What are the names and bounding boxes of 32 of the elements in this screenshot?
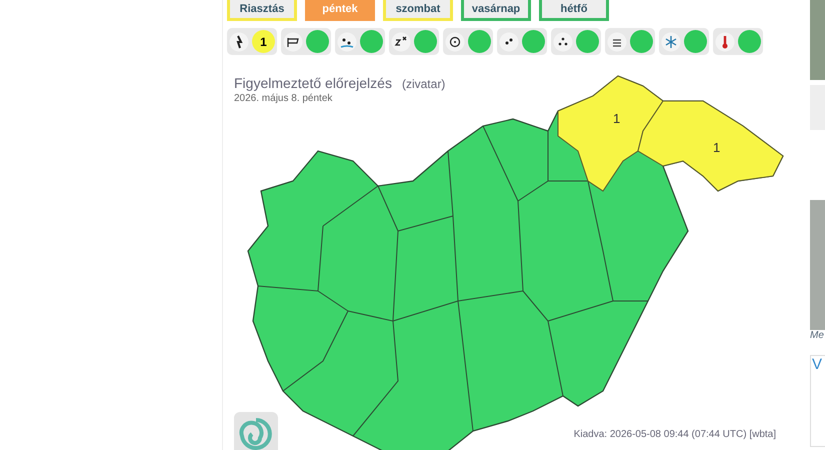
hazard-toggle[interactable] (605, 28, 655, 55)
photo-caption: Me (810, 330, 825, 341)
hazard-toggle[interactable] (497, 28, 547, 55)
hazard-toggle[interactable] (389, 28, 439, 55)
day-tab[interactable]: Riasztás (227, 0, 297, 21)
drops-icon (499, 32, 519, 52)
day-tab[interactable]: hétfő (539, 0, 609, 21)
hazard-toggle[interactable] (713, 28, 763, 55)
card-heading: V (811, 356, 822, 373)
hazard-toggle[interactable] (551, 28, 601, 55)
lightning-icon (229, 32, 249, 52)
hazard-toggle[interactable]: 1 (227, 28, 277, 55)
forecast-date: 2026. május 8. péntek (234, 93, 334, 104)
hazard-type-label: (zivatar) (402, 77, 446, 91)
hazard-toggle[interactable] (281, 28, 331, 55)
swirl-logo-icon (234, 412, 278, 450)
hazard-toggle[interactable] (443, 28, 493, 55)
issued-timestamp: Kiadva: 2026-05-08 09:44 (07:44 UTC) [wbta] (574, 428, 776, 440)
warning-region[interactable] (637, 100, 784, 192)
map-title: Figyelmeztető előrejelzés (234, 75, 392, 91)
day-tab[interactable]: vasárnap (461, 0, 531, 21)
thermometer-icon (715, 32, 735, 52)
region-level-label: 1 (613, 111, 620, 126)
fog-icon (607, 32, 627, 52)
warning-region[interactable] (558, 75, 664, 192)
warning-level-badge: 1 (252, 30, 275, 53)
hazard-toggle[interactable] (659, 28, 709, 55)
region-level-label: 1 (713, 140, 720, 155)
hazard-toggle[interactable] (335, 28, 385, 55)
hail-icon (553, 32, 573, 52)
day-tab[interactable]: szombat (383, 0, 453, 21)
snowflake-icon (661, 32, 681, 52)
